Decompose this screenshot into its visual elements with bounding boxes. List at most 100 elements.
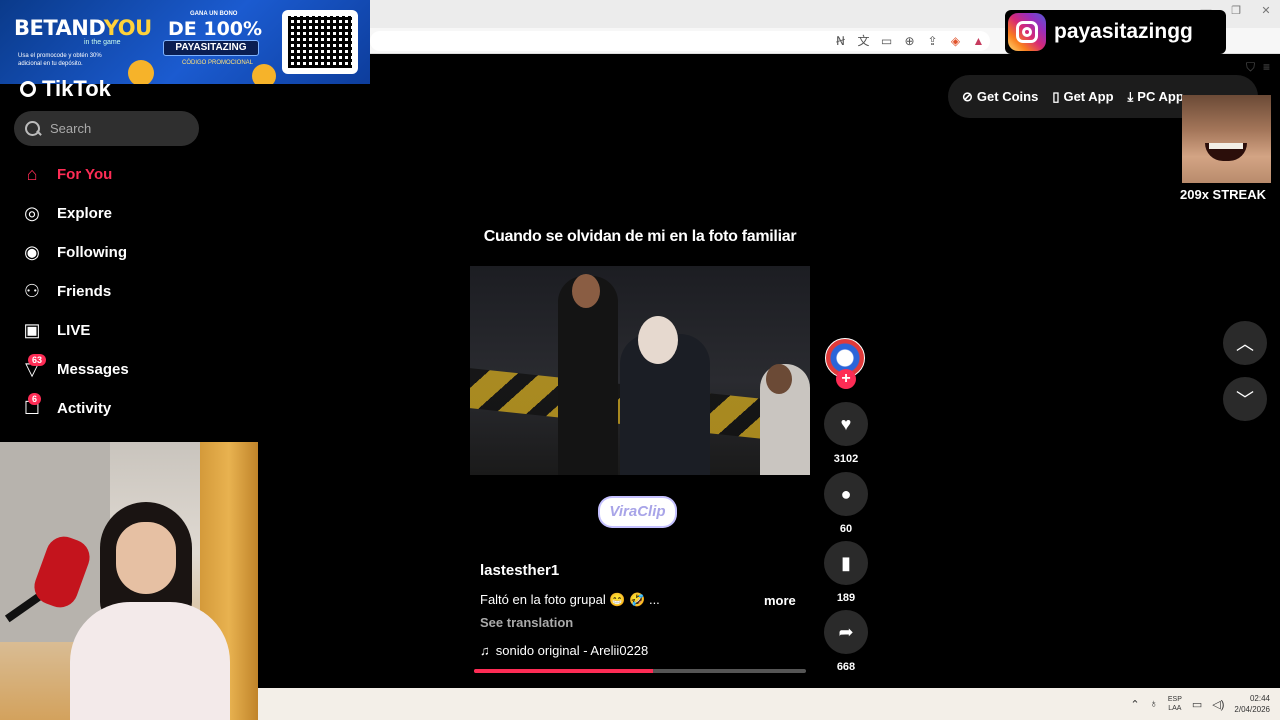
promo-code: PAYASITAZING [163,40,259,56]
coin-icon: ⊘ [962,88,973,104]
author-name[interactable]: lastesther1 [480,562,559,579]
tiktok-note-icon [20,81,36,97]
screen: — ❐ ✕ Ꞥ 文 ▭ ⊕ ⇪ ◈ ▲ ⛉ ≡ BETANDYOU in the… [0,0,1280,720]
vpn-icon[interactable]: ⛉ [1246,60,1255,75]
like-button[interactable]: ♥ [824,402,868,446]
viraclip-watermark: ViraClip [600,498,675,526]
brave-shield-icon[interactable]: ◈ [947,31,964,51]
browser-right-icons: ⛉ ≡ [1246,60,1270,75]
messages-icon: ▽ 63 [18,353,47,384]
microphone-icon[interactable]: ♁ [1150,698,1158,710]
close-icon[interactable]: ✕ [1260,4,1272,17]
coin-graphic [252,64,276,84]
next-video-button[interactable]: ﹀ [1223,377,1267,421]
chevron-up-icon[interactable]: ⌃ [1130,698,1139,711]
friends-icon: ⚇ [23,281,41,301]
promo-note: Usa el promocode y obtén 30% adicional e… [18,53,102,67]
sound-link[interactable]: ♫ sonido original - Arelii0228 [480,643,648,658]
streak-label: 209x STREAK [1180,187,1266,202]
follow-button[interactable]: + [836,369,856,389]
promo-bonus-line1: GANA UN BONO [190,11,238,17]
search-input[interactable] [50,121,190,136]
video-player[interactable] [470,266,810,475]
comment-count: 60 [839,523,853,535]
sidebar-item-live[interactable]: ▣ LIVE [18,311,248,350]
bookmark-icon: ▮ [841,552,851,573]
sidebar-item-label: Messages [57,361,129,378]
sidebar-item-following[interactable]: ◉ Following [18,233,248,272]
following-avatar-icon: ◉ [24,242,40,262]
video-progress-bar[interactable] [474,669,806,673]
promo-brand-sub: in the game [84,39,121,46]
get-coins-button[interactable]: ⊘ Get Coins [962,89,1038,105]
comment-action: ● 60 [824,472,868,535]
sidebar-item-explore[interactable]: ◎ Explore [18,194,248,233]
volume-icon[interactable]: ◁) [1212,698,1224,711]
cast-icon[interactable]: ▭ [878,31,895,51]
share-icon[interactable]: ⇪ [924,31,941,51]
search-bar[interactable] [14,111,199,146]
translate-off-icon[interactable]: Ꞥ [832,31,849,51]
chevron-up-icon: ︿ [1236,334,1254,354]
meme-face-overlay [1182,95,1271,183]
zoom-icon[interactable]: ⊕ [901,31,918,51]
network-icon[interactable]: ▭ [1192,698,1202,711]
video-caption: Cuando se olvidan de mi en la foto famil… [483,228,797,245]
promo-bonus-line2: DE 100% [168,18,263,40]
share-count: 668 [836,661,856,673]
sidebar-item-label: Following [57,244,127,261]
get-app-button[interactable]: ▯ Get App [1052,89,1113,105]
rewards-icon[interactable]: ▲ [970,31,987,51]
share-button[interactable]: ➦ [824,610,868,654]
more-button[interactable]: more [764,593,796,608]
save-button[interactable]: ▮ [824,541,868,585]
search-icon [24,120,42,138]
tiktok-logo[interactable]: TikTok [20,76,111,102]
video-description: Faltó en la foto grupal 😁 🤣 ... [480,592,660,607]
system-tray: ⌃ ♁ ESP LAA ▭ ◁) 02:44 2/04/2026 [1130,688,1270,720]
comment-icon: ● [840,483,852,504]
compass-icon: ◎ [24,203,40,223]
sidebar-item-label: Friends [57,283,112,300]
live-tv-icon: ▣ [23,320,41,340]
save-count: 189 [836,592,856,604]
restore-icon[interactable]: ❐ [1230,4,1242,17]
language-indicator[interactable]: ESP LAA [1168,695,1182,713]
instagram-icon [1008,13,1046,51]
phone-icon: ▯ [1052,88,1060,104]
browser-toolbar: Ꞥ 文 ▭ ⊕ ⇪ ◈ ▲ [832,31,987,51]
clock[interactable]: 02:44 2/04/2026 [1234,693,1270,715]
heart-icon: ♥ [840,413,852,434]
sidebar-item-messages[interactable]: ▽ 63 Messages [18,350,248,389]
promo-code-label: CÓDIGO PROMOCIONAL [182,60,254,66]
chevron-down-icon: ﹀ [1236,390,1254,410]
instagram-handle-overlay: payasitazingg [1005,10,1226,54]
pc-app-button[interactable]: ⤓ PC App [1128,89,1184,105]
download-icon: ⤓ [1127,88,1134,104]
see-translation-link[interactable]: See translation [480,615,573,630]
video-progress-fill [474,669,654,673]
save-action: ▮ 189 [824,541,868,604]
menu-icon[interactable]: ≡ [1263,60,1270,75]
sidebar-item-label: Activity [57,400,112,417]
webcam-overlay [0,442,258,720]
instagram-handle: payasitazingg [1054,20,1193,43]
comment-button[interactable]: ● [824,472,868,516]
notification-badge: 63 [28,353,47,366]
sidebar-item-activity[interactable]: ☐ 6 Activity [18,389,248,428]
previous-video-button[interactable]: ︿ [1223,321,1267,365]
sidebar-item-label: For You [57,166,113,183]
sidebar-item-friends[interactable]: ⚇ Friends [18,272,248,311]
promo-brand: BETANDYOU [14,16,152,40]
like-action: ♥ 3102 [824,402,868,465]
sidebar-item-for-you[interactable]: ⌂ For You [18,155,248,194]
like-count: 3102 [833,453,859,465]
music-note-icon: ♫ [480,643,490,658]
share-arrow-icon: ➦ [838,621,854,642]
notification-badge: 6 [28,392,42,405]
sidebar-item-label: LIVE [57,322,91,339]
translate-icon[interactable]: 文 [855,31,872,51]
home-icon: ⌂ [26,164,38,184]
qr-code [282,10,358,74]
coin-graphic [128,60,154,84]
